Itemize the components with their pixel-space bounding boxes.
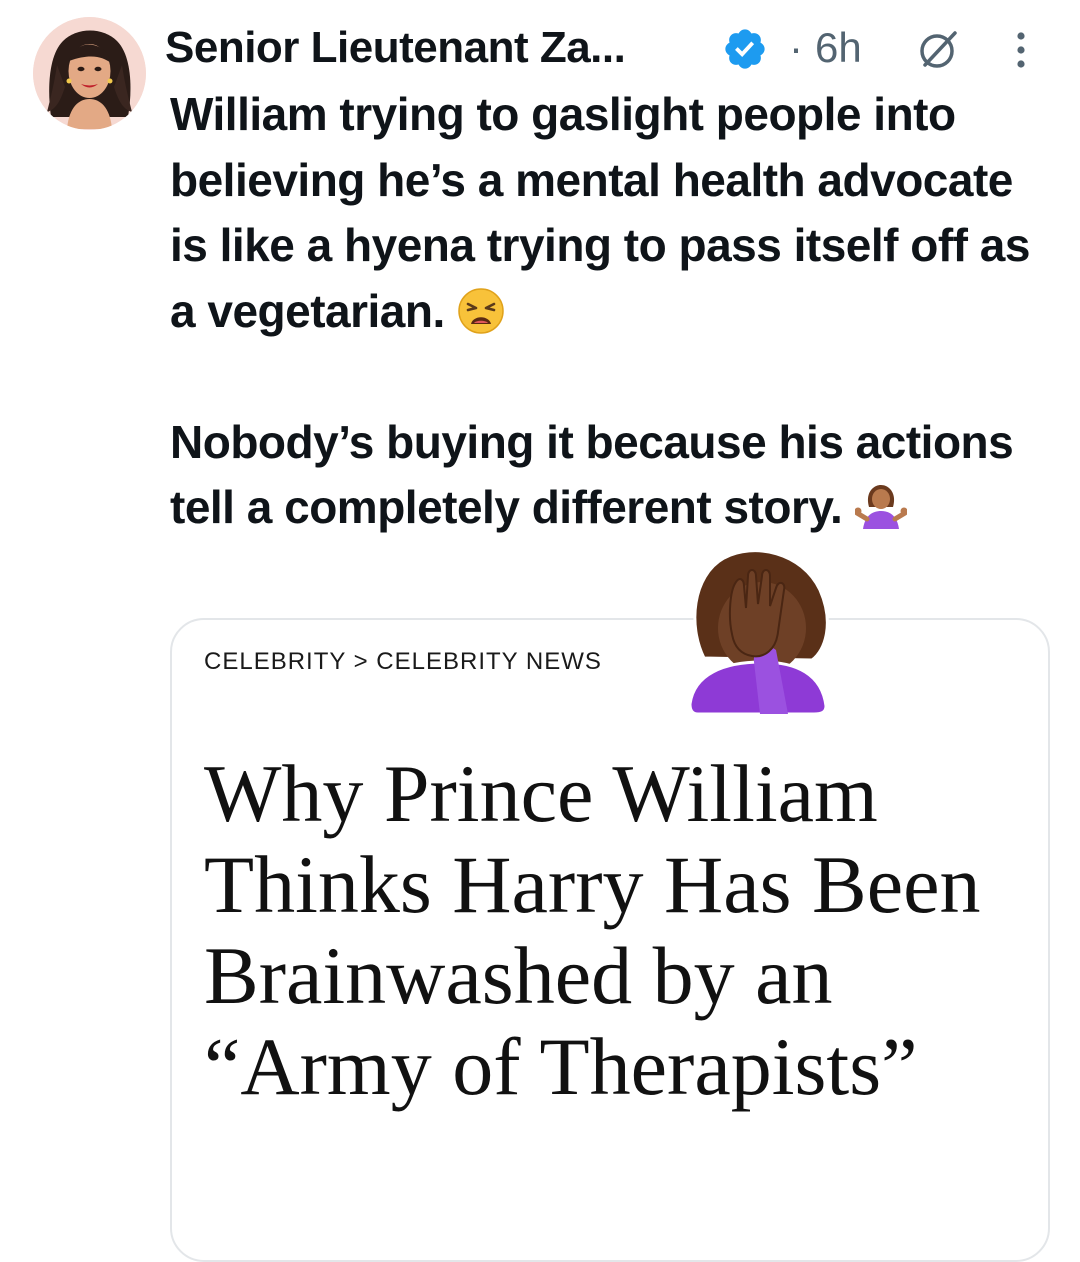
tweet-timestamp[interactable]: 6h [815, 22, 862, 74]
author-name[interactable]: Senior Lieutenant Za... [165, 22, 626, 74]
header-separator: · [789, 24, 803, 71]
link-preview-card[interactable]: CELEBRITY > CELEBRITY NEWS Why Prince Wi… [170, 618, 1050, 1262]
verified-badge-icon[interactable] [722, 26, 768, 72]
person-shrugging-emoji [854, 485, 907, 529]
person-facepalming-emoji [688, 549, 829, 716]
tweet-paragraph-2: Nobody’s buying it because his actions t… [170, 410, 1060, 541]
card-headline: Why Prince William Thinks Harry Has Been… [204, 748, 981, 1112]
avatar-portrait [33, 17, 146, 130]
tweet-text: William trying to gaslight people into b… [170, 82, 1060, 541]
tweet-paragraph-1: William trying to gaslight people into b… [170, 82, 1060, 344]
card-breadcrumb: CELEBRITY > CELEBRITY NEWS [204, 648, 602, 675]
tweet-paragraph-1-text: William trying to gaslight people into b… [170, 88, 1030, 337]
grok-icon[interactable] [917, 27, 961, 71]
tweet-header: Senior Lieutenant Za... · 6h [165, 16, 1045, 80]
weary-face-emoji [458, 287, 504, 334]
more-options-icon[interactable] [1011, 28, 1031, 72]
author-avatar[interactable] [33, 17, 146, 130]
